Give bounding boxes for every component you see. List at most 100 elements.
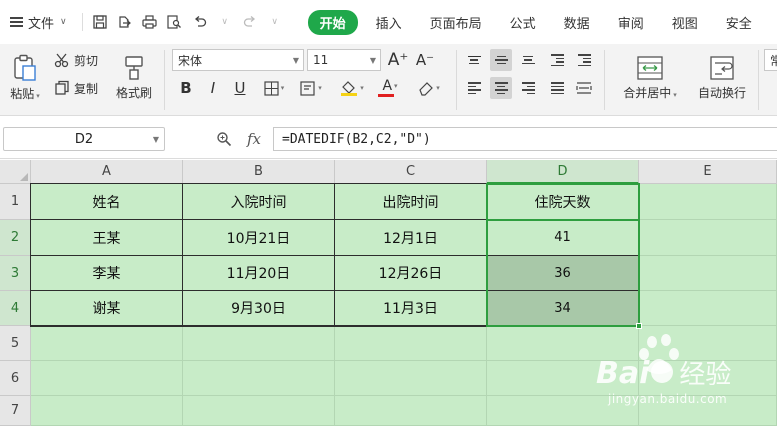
select-all-corner[interactable] [0,160,31,184]
clear-format-button[interactable]: ▾ [414,77,444,99]
cell-c3[interactable]: 12月26日 [335,256,487,291]
increase-indent-button[interactable] [573,49,595,71]
cell-c4[interactable]: 11月3日 [335,291,487,326]
cell-a3[interactable]: 李某 [31,256,183,291]
save-icon[interactable] [91,13,109,31]
cell-e7[interactable] [639,396,777,426]
row-header-7[interactable]: 7 [0,396,31,426]
underline-button[interactable]: U [230,77,250,99]
cell-e2[interactable] [639,220,777,256]
formula-input[interactable]: =DATEDIF(B2,C2,"D") [273,127,777,151]
export-icon[interactable] [116,13,134,31]
fill-color-button[interactable]: ▾ [337,77,367,99]
cell-d6[interactable] [487,361,639,396]
number-format-select[interactable]: 常 [764,49,777,71]
copy-button[interactable]: 复制 [54,77,98,99]
cell-b3[interactable]: 11月20日 [183,256,335,291]
tab-data[interactable]: 数据 [564,9,590,36]
file-menu[interactable]: 文件 ∨ [10,13,67,32]
cell-c2[interactable]: 12月1日 [335,220,487,256]
cell-a4[interactable]: 谢某 [31,291,183,326]
column-header-a[interactable]: A [31,160,183,184]
tab-review[interactable]: 审阅 [618,9,644,36]
cell-d4[interactable]: 34 [487,291,639,326]
column-header-c[interactable]: C [335,160,487,184]
align-middle-button[interactable] [490,49,512,71]
tab-view[interactable]: 视图 [672,9,698,36]
cut-button[interactable]: 剪切 [54,49,98,71]
cell-e3[interactable] [639,256,777,291]
cell-b5[interactable] [183,326,335,361]
cell-a5[interactable] [31,326,183,361]
format-painter-button[interactable]: 格式刷 [112,50,156,106]
cell-b2[interactable]: 10月21日 [183,220,335,256]
cell-b4[interactable]: 9月30日 [183,291,335,326]
cell-c6[interactable] [335,361,487,396]
distributed-align-button[interactable] [573,77,595,99]
align-bottom-button[interactable] [517,49,539,71]
cell-b6[interactable] [183,361,335,396]
cell-d2[interactable]: 41 [487,220,639,256]
cell-a1[interactable]: 姓名 [31,184,183,220]
cell-d5[interactable] [487,326,639,361]
tab-formulas[interactable]: 公式 [510,9,536,36]
wrap-text-button[interactable]: 自动换行 [692,50,752,106]
name-box[interactable]: D2 ▼ [3,127,165,151]
zoom-formula-button[interactable] [214,129,234,149]
align-center-button[interactable] [490,77,512,99]
row-header-1[interactable]: 1 [0,184,31,220]
column-header-e[interactable]: E [639,160,777,184]
font-color-button[interactable]: A ▾ [375,77,405,99]
column-header-d[interactable]: D [487,160,639,184]
cell-b7[interactable] [183,396,335,426]
redo-dropdown-icon[interactable]: ∨ [266,13,284,31]
justify-button[interactable] [546,77,568,99]
cell-a7[interactable] [31,396,183,426]
cell-e1[interactable] [639,184,777,220]
cell-style-button[interactable]: ▾ [296,77,326,99]
undo-icon[interactable] [191,13,209,31]
cell-a2[interactable]: 王某 [31,220,183,256]
fill-handle[interactable] [636,323,642,329]
decrease-indent-button[interactable] [546,49,568,71]
row-header-6[interactable]: 6 [0,361,31,396]
cell-e4[interactable] [639,291,777,326]
italic-button[interactable]: I [203,77,223,99]
insert-function-button[interactable]: fx [242,129,266,149]
tab-insert[interactable]: 插入 [376,9,402,36]
cell-b1[interactable]: 入院时间 [183,184,335,220]
merge-center-button[interactable]: 合并居中 ▾ [612,50,688,106]
tab-home[interactable]: 开始 [307,9,358,35]
row-header-2[interactable]: 2 [0,220,31,256]
cell-d3[interactable]: 36 [487,256,639,291]
cell-d1[interactable]: 住院天数 [487,184,639,220]
borders-button[interactable]: ▾ [259,77,289,99]
font-name-select[interactable]: 宋体 ▼ [172,49,304,71]
cell-a6[interactable] [31,361,183,396]
increase-font-button[interactable]: A⁺ [387,49,409,71]
print-preview-icon[interactable] [166,13,184,31]
tab-page-layout[interactable]: 页面布局 [430,9,482,36]
align-left-button[interactable] [463,77,485,99]
cell-e6[interactable] [639,361,777,396]
row-header-4[interactable]: 4 [0,291,31,326]
cell-e5[interactable] [639,326,777,361]
paste-button[interactable]: 粘贴 ▾ [6,50,44,106]
redo-icon[interactable] [241,13,259,31]
cell-c5[interactable] [335,326,487,361]
row-header-3[interactable]: 3 [0,256,31,291]
row-header-5[interactable]: 5 [0,326,31,361]
column-header-b[interactable]: B [183,160,335,184]
cell-c1[interactable]: 出院时间 [335,184,487,220]
cell-d7[interactable] [487,396,639,426]
cell-c7[interactable] [335,396,487,426]
undo-dropdown-icon[interactable]: ∨ [216,13,234,31]
bold-button[interactable]: B [176,77,196,99]
font-size-select[interactable]: 11 ▼ [307,49,381,71]
align-right-button[interactable] [517,77,539,99]
tab-security[interactable]: 安全 [726,9,752,36]
align-top-button[interactable] [463,49,485,71]
decrease-font-button[interactable]: A⁻ [414,49,436,71]
font-color-label: A [382,78,393,94]
print-icon[interactable] [141,13,159,31]
